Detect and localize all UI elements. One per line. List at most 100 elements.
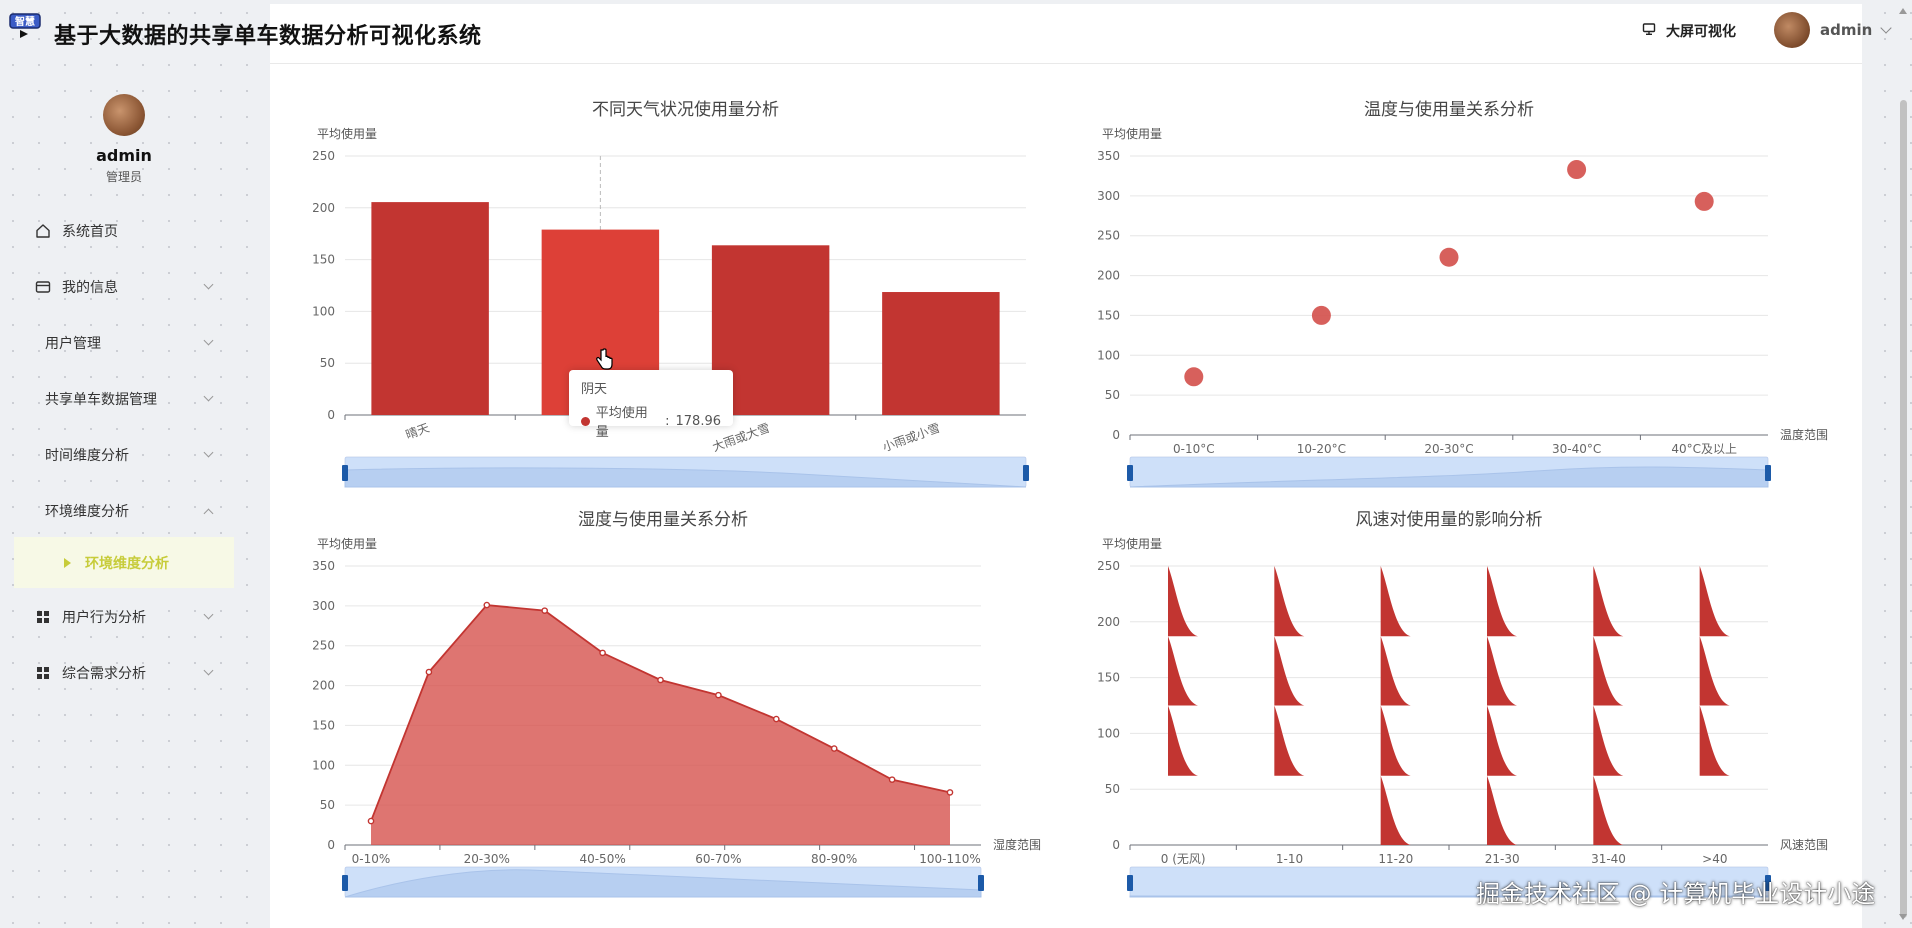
avatar — [1774, 12, 1810, 48]
datazoom-handle-right — [1023, 465, 1029, 481]
sidebar-avatar — [103, 94, 145, 136]
sidebar-item-behavior-analysis[interactable]: 用户行为分析 — [14, 592, 234, 642]
line-point — [657, 676, 664, 684]
top-bar: 智慧 基于大数据的共享单车数据分析可视化系统 大屏可视化 admin — [0, 0, 1912, 64]
scrollbar[interactable] — [1897, 8, 1909, 920]
chart-title: 不同天气状况使用量分析 — [592, 99, 779, 120]
sidebar-item-label: 用户行为分析 — [62, 610, 146, 626]
bar-segment — [1380, 775, 1411, 845]
y-tick-label: 250 — [312, 149, 335, 163]
temperature-chart: 温度与使用量关系分析 平均使用量 0 50 100 150 200 250 300 350 温度范围… — [1086, 90, 1846, 500]
x-axis-label: 湿度范围 — [993, 837, 1041, 852]
sidebar-item-my-info[interactable]: 我的信息 — [14, 262, 234, 312]
x-axis-label: 风速范围 — [1780, 838, 1828, 852]
y-tick-label: 0 — [1112, 428, 1120, 442]
chevron-down-icon — [203, 391, 214, 402]
bar-segment — [1168, 566, 1198, 637]
y-tick-label: 50 — [320, 798, 335, 812]
logo-icon: 智慧 — [8, 12, 48, 40]
bar-segment — [1699, 705, 1730, 776]
sidebar-item-time-analysis[interactable]: 时间维度分析 — [14, 430, 234, 480]
sidebar-item-bike-data[interactable]: 共享单车数据管理 — [14, 374, 234, 424]
tooltip-series: 平均使用量 — [595, 406, 648, 440]
scatter-point — [1439, 247, 1459, 267]
logo-text: 智慧 — [15, 15, 35, 28]
scatter-point — [1567, 160, 1587, 180]
y-tick-label: 250 — [1097, 559, 1120, 573]
line-point — [715, 691, 722, 699]
datazoom-handle-right — [1765, 465, 1771, 481]
watermark: 掘金技术社区 @ 计算机毕业设计小途 — [1476, 880, 1876, 908]
y-tick-label: 50 — [1105, 388, 1120, 402]
chevron-down-icon — [203, 665, 214, 676]
wind-chart: 风速对使用量的影响分析 平均使用量 0 50 100 150 200 250 风速范围 0 (无风… — [1086, 500, 1846, 910]
chart-title: 温度与使用量关系分析 — [1364, 99, 1534, 120]
sidebar-item-label: 用户管理 — [45, 336, 101, 352]
chart-title: 湿度与使用量关系分析 — [578, 509, 748, 530]
x-tick-label: 11-20 — [1378, 852, 1413, 866]
tooltip-marker — [581, 416, 590, 426]
y-axis-label: 平均使用量 — [1102, 126, 1162, 141]
x-tick-label: 20-30% — [464, 852, 510, 866]
line-point — [599, 649, 606, 657]
bar-segment — [1380, 705, 1411, 776]
scatter-point — [1694, 191, 1714, 211]
scroll-up-icon[interactable] — [1899, 8, 1907, 14]
card-icon — [34, 278, 52, 296]
bar-segment — [1487, 636, 1517, 706]
sidebar-item-label: 共享单车数据管理 — [45, 392, 157, 408]
scatter-point — [1311, 305, 1331, 325]
x-tick-label: 30-40°C — [1552, 442, 1601, 456]
sidebar-item-user-management[interactable]: 用户管理 — [14, 318, 234, 368]
x-tick-label: 0-10°C — [1173, 442, 1215, 456]
sidebar-user-name: admin — [96, 146, 152, 165]
x-axis-label: 温度范围 — [1780, 427, 1828, 442]
bar-segment — [1380, 636, 1411, 706]
bar-segment — [1593, 636, 1624, 706]
sidebar-user-role: 管理员 — [105, 170, 142, 184]
monitor-icon — [1642, 22, 1656, 40]
bar-segment — [1380, 566, 1411, 637]
scroll-down-icon[interactable] — [1899, 914, 1907, 920]
line-point — [367, 817, 375, 825]
sidebar-item-label: 我的信息 — [62, 280, 118, 296]
y-tick-label: 350 — [1097, 149, 1120, 163]
sidebar-item-env-analysis[interactable]: 环境维度分析 — [14, 486, 234, 536]
x-tick-label: 晴天 — [404, 421, 431, 442]
y-tick-label: 300 — [312, 599, 335, 613]
datazoom-handle-left — [342, 875, 348, 891]
y-tick-label: 300 — [1097, 189, 1120, 203]
tooltip-title: 阴天 — [581, 382, 608, 397]
sidebar-subitem-env-analysis[interactable]: 环境维度分析 — [14, 537, 234, 588]
x-tick-label: 80-90% — [811, 852, 857, 866]
x-tick-label: 60-70% — [695, 852, 741, 866]
home-icon — [34, 222, 52, 240]
bar-segment — [1274, 566, 1305, 637]
y-tick-label: 0 — [1112, 838, 1120, 852]
line-point — [541, 607, 548, 614]
x-tick-label: 10-20°C — [1297, 442, 1346, 456]
scroll-thumb[interactable] — [1900, 100, 1907, 918]
user-menu[interactable]: admin — [1774, 12, 1892, 48]
bar-segment — [1593, 775, 1624, 845]
scatter-point — [1184, 367, 1204, 387]
x-tick-label: 20-30°C — [1424, 442, 1473, 456]
caret-right-icon — [64, 557, 71, 568]
y-tick-label: 50 — [320, 356, 335, 370]
line-point — [772, 715, 780, 723]
y-tick-label: 250 — [1097, 229, 1120, 243]
bar-segment — [1274, 705, 1305, 776]
sidebar-item-demand-analysis[interactable]: 综合需求分析 — [14, 648, 234, 698]
sidebar-item-home[interactable]: 系统首页 — [14, 206, 234, 256]
hand-cursor-icon — [595, 348, 613, 374]
y-tick-label: 50 — [1105, 782, 1120, 796]
chevron-down-icon — [203, 279, 214, 290]
bigscreen-button[interactable]: 大屏可视化 — [1642, 20, 1736, 42]
y-tick-label: 100 — [1097, 348, 1120, 362]
sidebar-item-label: 环境维度分析 — [45, 504, 129, 520]
chevron-up-icon — [203, 508, 214, 518]
y-tick-label: 200 — [312, 201, 335, 215]
sidebar-item-label: 时间维度分析 — [45, 448, 129, 464]
chevron-down-icon — [203, 335, 214, 346]
y-axis-label: 平均使用量 — [1102, 536, 1162, 551]
